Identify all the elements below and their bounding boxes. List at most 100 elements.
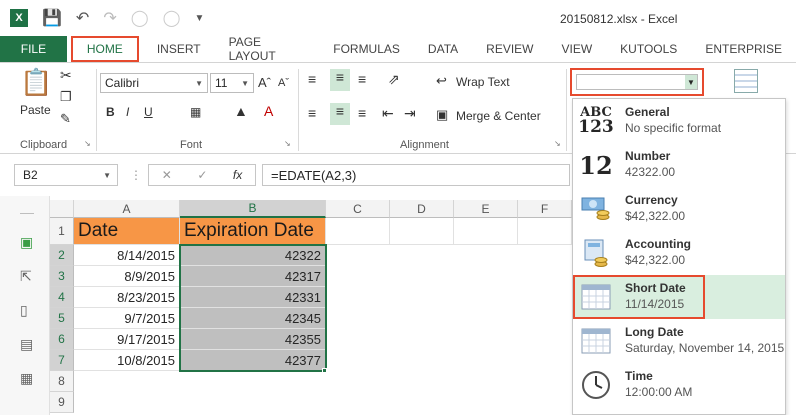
- cell-a6[interactable]: 9/17/2015: [74, 329, 180, 350]
- tab-view[interactable]: VIEW: [548, 36, 607, 62]
- cell-b7[interactable]: 42377: [180, 350, 326, 371]
- tab-formulas[interactable]: FORMULAS: [319, 36, 414, 62]
- row-header[interactable]: 2: [50, 245, 74, 266]
- fill-color-icon[interactable]: ▲: [234, 103, 248, 119]
- row-header[interactable]: 8: [50, 371, 74, 392]
- menu-item-long-date[interactable]: Long Date Saturday, November 14, 2015: [573, 319, 785, 363]
- menu-item-general[interactable]: ABC 123 General No specific format: [573, 99, 785, 143]
- column-header-a[interactable]: A: [74, 200, 180, 218]
- dialog-launcher-icon[interactable]: ↘: [554, 139, 561, 148]
- number-format-field[interactable]: ▼: [576, 74, 698, 90]
- circle-icon[interactable]: ◯: [163, 8, 181, 28]
- bold-button[interactable]: B: [106, 105, 115, 119]
- merge-center-button[interactable]: Merge & Center: [456, 109, 541, 123]
- align-middle-icon[interactable]: ≡: [330, 69, 350, 91]
- sheet-icon[interactable]: ▣: [20, 234, 38, 250]
- row-header[interactable]: 1: [50, 218, 74, 245]
- merge-center-icon[interactable]: ▣: [436, 107, 448, 123]
- column-header-c[interactable]: C: [326, 200, 390, 218]
- cancel-icon[interactable]: ✕: [162, 168, 172, 182]
- column-header-f[interactable]: F: [518, 200, 572, 218]
- cell-b6[interactable]: 42355: [180, 329, 326, 350]
- decrease-indent-icon[interactable]: ⇤: [382, 105, 394, 122]
- row-header[interactable]: 7: [50, 350, 74, 371]
- cell-a7[interactable]: 10/8/2015: [74, 350, 180, 371]
- cell-a2[interactable]: 8/14/2015: [74, 245, 180, 266]
- cell-b3[interactable]: 42317: [180, 266, 326, 287]
- wrap-text-button[interactable]: Wrap Text: [456, 75, 510, 89]
- number-format-dropdown[interactable]: ▼: [570, 68, 704, 96]
- menu-item-accounting[interactable]: Accounting $42,322.00: [573, 231, 785, 275]
- enter-icon[interactable]: ✓: [197, 168, 207, 182]
- eraser-icon[interactable]: ▯: [20, 302, 38, 318]
- cell-a1[interactable]: Date: [74, 218, 180, 245]
- borders-icon[interactable]: ▦: [190, 105, 201, 119]
- tab-file[interactable]: FILE: [0, 36, 67, 62]
- row-header[interactable]: 6: [50, 329, 74, 350]
- name-box[interactable]: B2 ▼: [14, 164, 118, 186]
- redo-icon[interactable]: ↷: [103, 8, 116, 28]
- decrease-font-icon[interactable]: Aˇ: [278, 77, 289, 89]
- tab-kutools[interactable]: KUTOOLS: [606, 36, 691, 62]
- increase-font-icon[interactable]: Aˆ: [258, 75, 271, 90]
- column-header-d[interactable]: D: [390, 200, 454, 218]
- menu-item-currency[interactable]: Currency $42,322.00: [573, 187, 785, 231]
- font-color-icon[interactable]: A: [264, 103, 273, 119]
- align-right-icon[interactable]: ≡: [358, 105, 366, 121]
- menu-item-time[interactable]: Time 12:00:00 AM: [573, 363, 785, 407]
- cell[interactable]: [454, 218, 518, 245]
- tab-data[interactable]: DATA: [414, 36, 472, 62]
- chevron-down-icon[interactable]: ▼: [685, 75, 697, 89]
- save-icon[interactable]: 💾: [42, 8, 62, 28]
- orientation-icon[interactable]: ⇗: [388, 71, 400, 88]
- formula-input[interactable]: =EDATE(A2,3): [262, 164, 570, 186]
- cell-b4[interactable]: 42331: [180, 287, 326, 308]
- cell[interactable]: [390, 218, 454, 245]
- row-header[interactable]: 4: [50, 287, 74, 308]
- row-header[interactable]: 3: [50, 266, 74, 287]
- insert-function-icon[interactable]: fx: [233, 168, 242, 182]
- cell-b5[interactable]: 42345: [180, 308, 326, 329]
- font-name-dropdown[interactable]: Calibri ▼: [100, 73, 208, 93]
- cell-a5[interactable]: 9/7/2015: [74, 308, 180, 329]
- align-left-icon[interactable]: ≡: [308, 105, 316, 121]
- circle-icon[interactable]: ◯: [131, 8, 149, 28]
- collapse-icon[interactable]: —: [20, 204, 38, 220]
- row-header[interactable]: 9: [50, 392, 74, 413]
- cell-a3[interactable]: 8/9/2015: [74, 266, 180, 287]
- paste-button[interactable]: Paste: [20, 103, 51, 117]
- tab-home[interactable]: HOME: [70, 36, 139, 62]
- tab-review[interactable]: REVIEW: [472, 36, 547, 62]
- cell-b1[interactable]: Expiration Date: [180, 218, 326, 245]
- paste-icon[interactable]: 📋: [20, 67, 52, 98]
- increase-indent-icon[interactable]: ⇥: [404, 105, 416, 122]
- align-bottom-icon[interactable]: ≡: [358, 71, 366, 87]
- select-all-corner[interactable]: [50, 200, 74, 218]
- cell[interactable]: [326, 218, 390, 245]
- format-painter-icon[interactable]: ✎: [60, 111, 71, 127]
- dialog-launcher-icon[interactable]: ↘: [284, 139, 291, 148]
- find-icon[interactable]: ▦: [20, 370, 38, 386]
- tab-insert[interactable]: INSERT: [143, 36, 215, 62]
- cell[interactable]: [518, 218, 572, 245]
- copy-icon[interactable]: ❐: [60, 89, 72, 105]
- menu-item-number[interactable]: 12 Number 42322.00: [573, 143, 785, 187]
- align-center-icon[interactable]: ≡: [330, 103, 350, 125]
- italic-button[interactable]: I: [126, 105, 129, 119]
- tab-enterprise[interactable]: ENTERPRISE: [691, 36, 796, 62]
- dialog-launcher-icon[interactable]: ↘: [84, 139, 91, 148]
- column-header-b[interactable]: B: [180, 200, 326, 218]
- column-header-e[interactable]: E: [454, 200, 518, 218]
- conditional-format-icon[interactable]: [734, 69, 758, 93]
- undo-icon[interactable]: ↶: [76, 8, 89, 28]
- select-icon[interactable]: ⇱: [20, 268, 38, 284]
- wrap-text-icon[interactable]: ↩: [436, 73, 447, 89]
- chevron-down-icon[interactable]: ▼: [103, 171, 111, 180]
- row-header[interactable]: 5: [50, 308, 74, 329]
- font-size-dropdown[interactable]: 11 ▼: [210, 73, 254, 93]
- columns-icon[interactable]: ▤: [20, 336, 38, 352]
- cell-b2[interactable]: 42322: [180, 245, 326, 266]
- tab-page-layout[interactable]: PAGE LAYOUT: [215, 35, 320, 63]
- underline-button[interactable]: U: [144, 105, 153, 119]
- cut-icon[interactable]: ✂: [60, 67, 72, 84]
